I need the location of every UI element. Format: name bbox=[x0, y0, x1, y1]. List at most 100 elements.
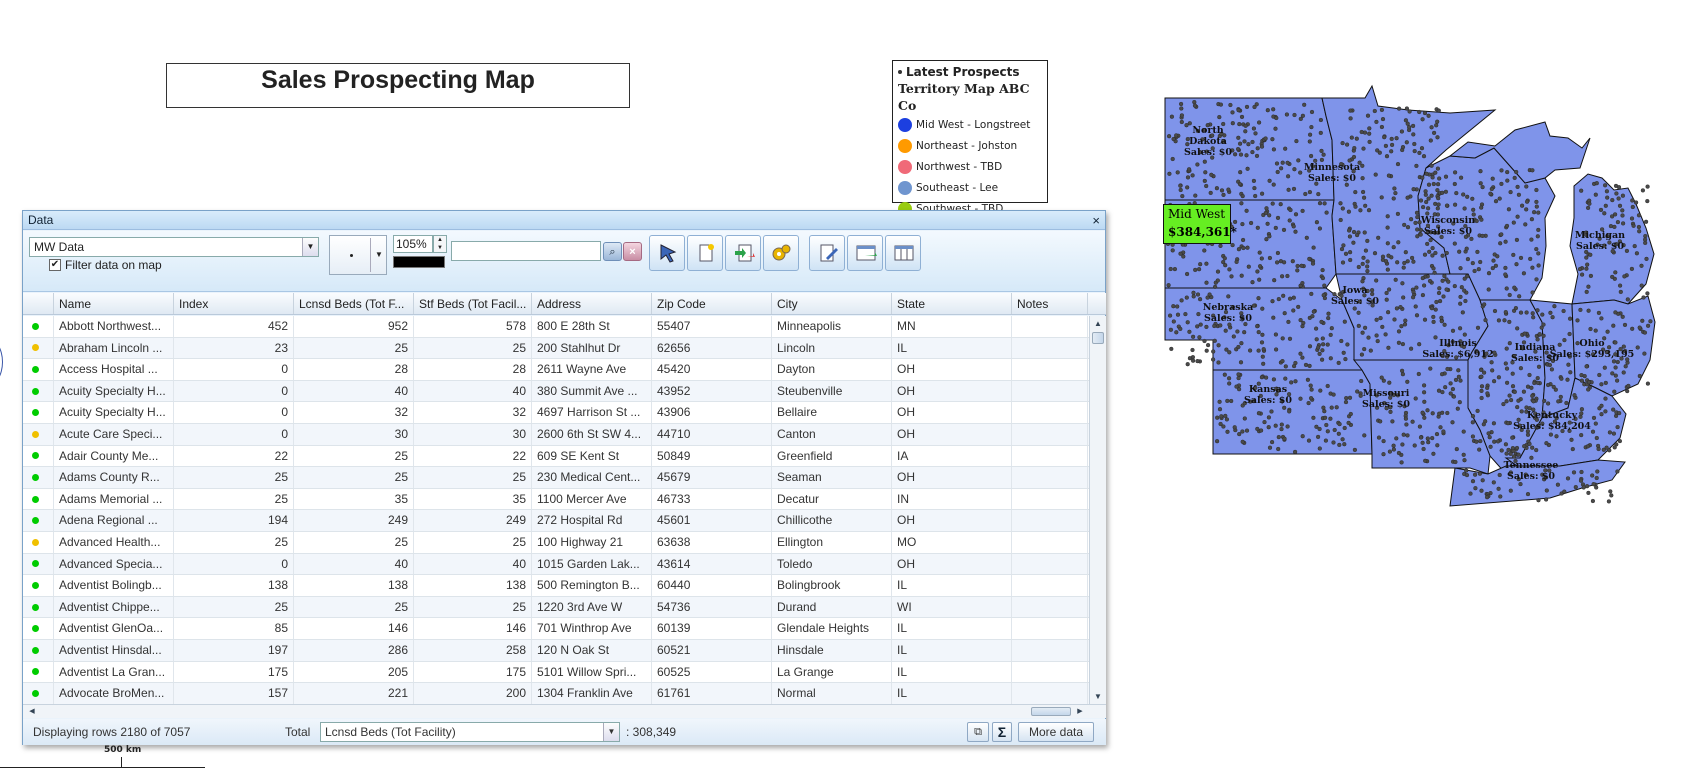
prospect-point[interactable] bbox=[1307, 363, 1312, 368]
prospect-point[interactable] bbox=[1276, 435, 1281, 440]
prospect-point[interactable] bbox=[1402, 222, 1407, 227]
prospect-point[interactable] bbox=[1208, 190, 1213, 195]
prospect-point[interactable] bbox=[1309, 109, 1315, 115]
prospect-point[interactable] bbox=[1415, 234, 1420, 239]
table-row[interactable]: Acuity Specialty H... 0 40 40 380 Summit Ave… bbox=[23, 380, 1089, 403]
prospect-point[interactable] bbox=[1383, 332, 1388, 337]
prospect-point[interactable] bbox=[1336, 431, 1341, 436]
prospect-point[interactable] bbox=[1430, 175, 1435, 180]
prospect-point[interactable] bbox=[1271, 147, 1276, 152]
prospect-point[interactable] bbox=[1374, 119, 1379, 124]
prospect-point[interactable] bbox=[1472, 268, 1477, 274]
prospect-point[interactable] bbox=[1339, 247, 1345, 252]
prospect-point[interactable] bbox=[1253, 193, 1258, 199]
prospect-point[interactable] bbox=[1450, 328, 1456, 333]
prospect-point[interactable] bbox=[1444, 203, 1450, 208]
prospect-point[interactable] bbox=[1414, 210, 1420, 215]
prospect-point[interactable] bbox=[1516, 398, 1521, 403]
prospect-point[interactable] bbox=[1352, 145, 1357, 151]
prospect-point[interactable] bbox=[1381, 439, 1386, 444]
prospect-point[interactable] bbox=[1644, 219, 1649, 224]
prospect-point[interactable] bbox=[1370, 288, 1375, 293]
prospect-point[interactable] bbox=[1274, 115, 1279, 121]
prospect-point[interactable] bbox=[1554, 434, 1559, 439]
prospect-point[interactable] bbox=[1174, 133, 1179, 138]
prospect-point[interactable] bbox=[1586, 308, 1591, 313]
prospect-point[interactable] bbox=[1522, 444, 1527, 449]
prospect-point[interactable] bbox=[1390, 142, 1395, 147]
prospect-point[interactable] bbox=[1444, 250, 1449, 256]
prospect-point[interactable] bbox=[1267, 255, 1272, 261]
prospect-point[interactable] bbox=[1523, 222, 1528, 227]
prospect-point[interactable] bbox=[1325, 342, 1330, 347]
prospect-point[interactable] bbox=[1612, 224, 1617, 229]
column-header[interactable]: City bbox=[772, 293, 892, 314]
prospect-point[interactable] bbox=[1296, 158, 1301, 163]
prospect-point[interactable] bbox=[1197, 297, 1203, 302]
prospect-point[interactable] bbox=[1401, 265, 1406, 270]
prospect-point[interactable] bbox=[1265, 221, 1270, 226]
prospect-point[interactable] bbox=[1421, 205, 1426, 210]
prospect-point[interactable] bbox=[1587, 201, 1592, 206]
prospect-point[interactable] bbox=[1314, 220, 1319, 225]
prospect-point[interactable] bbox=[1512, 175, 1517, 180]
prospect-point[interactable] bbox=[1362, 130, 1368, 135]
prospect-point[interactable] bbox=[1322, 201, 1327, 206]
column-header[interactable]: Address bbox=[532, 293, 652, 314]
prospect-point[interactable] bbox=[1337, 442, 1342, 447]
prospect-point[interactable] bbox=[1430, 411, 1435, 416]
prospect-point[interactable] bbox=[1504, 346, 1509, 351]
prospect-point[interactable] bbox=[1391, 447, 1396, 452]
prospect-point[interactable] bbox=[1360, 261, 1365, 266]
prospect-point[interactable] bbox=[1479, 388, 1484, 393]
prospect-point[interactable] bbox=[1374, 317, 1379, 322]
prospect-point[interactable] bbox=[1453, 459, 1458, 465]
prospect-point[interactable] bbox=[1400, 281, 1405, 286]
prospect-point[interactable] bbox=[1470, 196, 1475, 201]
prospect-point[interactable] bbox=[1202, 248, 1207, 253]
prospect-point[interactable] bbox=[1361, 255, 1366, 260]
prospect-point[interactable] bbox=[1390, 419, 1395, 424]
prospect-point[interactable] bbox=[1486, 431, 1491, 436]
prospect-point[interactable] bbox=[1610, 274, 1615, 279]
prospect-point[interactable] bbox=[1434, 123, 1439, 128]
prospect-point[interactable] bbox=[1191, 290, 1196, 295]
prospect-point[interactable] bbox=[1219, 414, 1224, 419]
prospect-point[interactable] bbox=[1389, 149, 1394, 154]
prospect-point[interactable] bbox=[1634, 200, 1639, 205]
prospect-point[interactable] bbox=[1226, 294, 1231, 299]
prospect-point[interactable] bbox=[1411, 295, 1416, 300]
prospect-point[interactable] bbox=[1492, 308, 1498, 314]
prospect-point[interactable] bbox=[1440, 278, 1445, 283]
column-header[interactable]: Lcnsd Beds (Tot F... bbox=[294, 293, 414, 314]
prospect-point[interactable] bbox=[1435, 206, 1440, 211]
prospect-point[interactable] bbox=[1510, 446, 1515, 451]
prospect-point[interactable] bbox=[1521, 389, 1526, 394]
prospect-point[interactable] bbox=[1187, 356, 1192, 361]
prospect-point[interactable] bbox=[1316, 345, 1321, 350]
prospect-point[interactable] bbox=[1215, 278, 1220, 283]
prospect-point[interactable] bbox=[1490, 176, 1495, 181]
prospect-point[interactable] bbox=[1293, 229, 1298, 234]
copy-icon[interactable]: ⧉ bbox=[967, 722, 989, 742]
prospect-point[interactable] bbox=[1382, 135, 1387, 140]
prospect-point[interactable] bbox=[1452, 284, 1457, 289]
prospect-point[interactable] bbox=[1502, 318, 1507, 323]
prospect-point[interactable] bbox=[1613, 270, 1618, 275]
prospect-point[interactable] bbox=[1386, 173, 1391, 178]
prospect-point[interactable] bbox=[1403, 118, 1408, 123]
prospect-point[interactable] bbox=[1434, 432, 1440, 437]
prospect-point[interactable] bbox=[1299, 263, 1304, 268]
prospect-point[interactable] bbox=[1426, 113, 1431, 118]
prospect-point[interactable] bbox=[1354, 136, 1359, 141]
prospect-point[interactable] bbox=[1618, 289, 1623, 294]
prospect-point[interactable] bbox=[1529, 217, 1534, 222]
prospect-point[interactable] bbox=[1271, 182, 1276, 187]
prospect-point[interactable] bbox=[1279, 422, 1284, 427]
prospect-point[interactable] bbox=[1400, 144, 1406, 150]
prospect-point[interactable] bbox=[1278, 202, 1283, 207]
prospect-point[interactable] bbox=[1620, 314, 1625, 319]
prospect-point[interactable] bbox=[1343, 357, 1348, 362]
prospect-point[interactable] bbox=[1485, 495, 1490, 500]
prospect-point[interactable] bbox=[1534, 247, 1539, 252]
